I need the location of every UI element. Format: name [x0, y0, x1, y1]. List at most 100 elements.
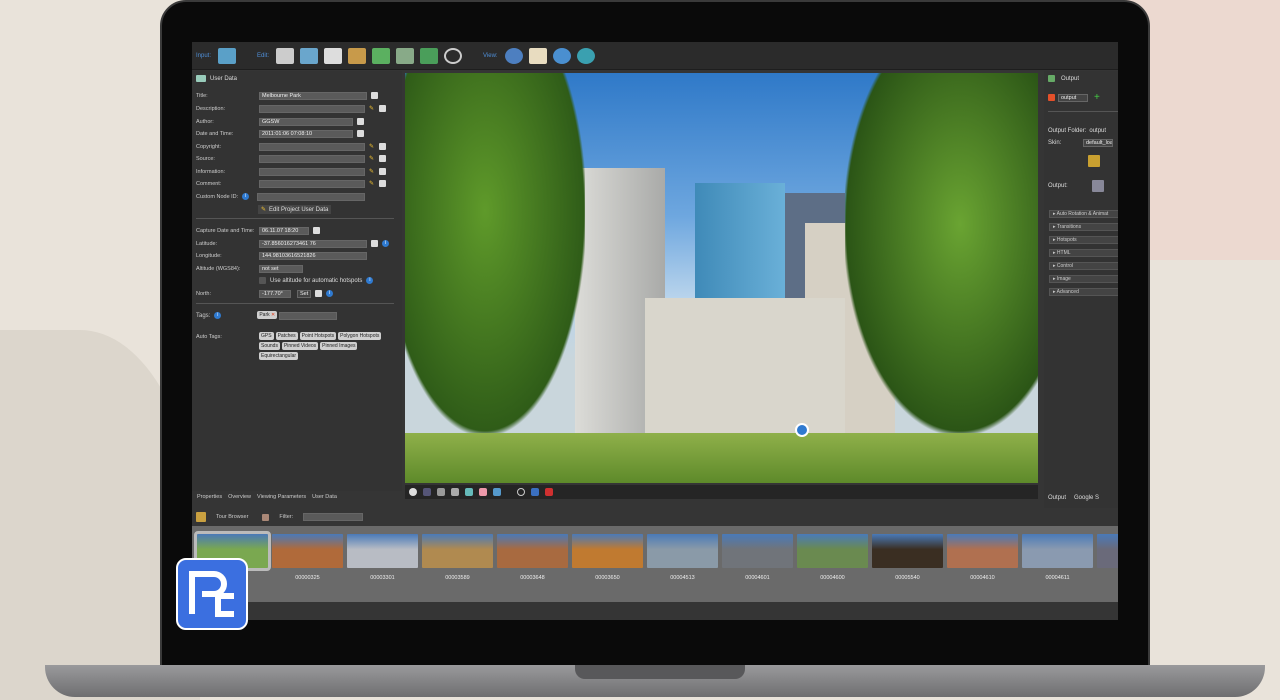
- tab-overview[interactable]: Overview: [228, 494, 251, 500]
- pencil-icon[interactable]: ✎: [369, 180, 375, 187]
- tag-dropdown[interactable]: [279, 311, 338, 320]
- panorama-thumbnail[interactable]: [722, 534, 793, 568]
- capture-date-field[interactable]: 06.11.07 18:20: [259, 226, 309, 235]
- panorama-thumbnail[interactable]: [422, 534, 493, 568]
- panorama-thumbnail[interactable]: [797, 534, 868, 568]
- filter-input[interactable]: [303, 513, 364, 521]
- measure-icon[interactable]: [451, 488, 459, 496]
- copy-icon[interactable]: [371, 92, 378, 99]
- properties-icon[interactable]: [276, 47, 295, 64]
- tour-map-icon[interactable]: [348, 47, 367, 64]
- hand-icon[interactable]: [479, 488, 487, 496]
- info-icon[interactable]: i: [326, 290, 333, 297]
- panorama-thumbnail[interactable]: [947, 534, 1018, 568]
- title-field[interactable]: Melbourne Park: [259, 91, 367, 100]
- copy-icon[interactable]: [357, 130, 364, 137]
- hotspot-icon[interactable]: [795, 423, 809, 437]
- date-field[interactable]: 2011:01:06 07:08:10: [259, 129, 353, 138]
- set-button[interactable]: Set: [297, 289, 311, 298]
- tab-google-street-view[interactable]: Google S: [1074, 495, 1099, 501]
- tab-output[interactable]: Output: [1048, 495, 1066, 501]
- section-advanced[interactable]: ▸ Advanced: [1049, 288, 1118, 296]
- panorama-viewer[interactable]: [405, 73, 1038, 483]
- binoculars-icon[interactable]: [504, 47, 523, 64]
- panorama-thumbnail[interactable]: [272, 534, 343, 568]
- section-auto-rotation[interactable]: ▸ Auto Rotation & Animat: [1049, 210, 1118, 218]
- auto-tag[interactable]: Point Hotspots: [299, 332, 337, 340]
- description-field[interactable]: [259, 104, 365, 113]
- eye-icon[interactable]: [576, 47, 595, 64]
- auto-tag[interactable]: Patches: [275, 332, 298, 340]
- auto-tag[interactable]: Equirectangular: [259, 352, 299, 360]
- copy-icon[interactable]: [379, 105, 386, 112]
- tab-properties[interactable]: Properties: [197, 494, 222, 500]
- copy-icon[interactable]: [313, 227, 320, 234]
- import-panorama-icon[interactable]: [218, 47, 237, 64]
- pencil-icon[interactable]: ✎: [369, 105, 375, 112]
- panorama-thumbnail[interactable]: [572, 534, 643, 568]
- google-maps-icon[interactable]: [420, 47, 439, 64]
- panorama-thumbnail[interactable]: [1097, 534, 1118, 568]
- north-field[interactable]: -177.70°: [259, 289, 291, 298]
- panorama-thumbnail[interactable]: [872, 534, 943, 568]
- source-field[interactable]: [259, 154, 365, 163]
- tag-chip[interactable]: Park ✕: [257, 310, 278, 319]
- pencil-icon[interactable]: ✎: [369, 155, 375, 162]
- patches-icon[interactable]: [396, 47, 415, 64]
- info-icon[interactable]: i: [382, 240, 389, 247]
- blue-color-icon[interactable]: [531, 488, 539, 496]
- gear-icon[interactable]: [1092, 179, 1104, 192]
- copy-icon[interactable]: [379, 180, 386, 187]
- section-transitions[interactable]: ▸ Transitions: [1049, 223, 1118, 231]
- grid-icon[interactable]: [437, 488, 445, 496]
- film-reel-icon[interactable]: [444, 47, 463, 64]
- custom-node-id-field[interactable]: [257, 192, 366, 201]
- tab-viewing-parameters[interactable]: Viewing Parameters: [257, 494, 306, 500]
- copy-icon[interactable]: [379, 143, 386, 150]
- use-altitude-checkbox[interactable]: [259, 277, 266, 284]
- panorama-thumbnail[interactable]: [1022, 534, 1093, 568]
- copyright-field[interactable]: [259, 142, 365, 151]
- clipboard-icon[interactable]: [528, 47, 547, 64]
- latitude-field[interactable]: -37.856016273461 76: [259, 239, 367, 248]
- copy-icon[interactable]: [315, 290, 322, 297]
- info-icon[interactable]: i: [214, 312, 222, 319]
- section-html[interactable]: ▸ HTML: [1049, 249, 1118, 257]
- panorama-thumbnail[interactable]: [497, 534, 568, 568]
- pencil-icon[interactable]: ✎: [369, 168, 375, 175]
- viewing-params-icon[interactable]: [300, 47, 319, 64]
- red-color-icon[interactable]: [545, 488, 553, 496]
- information-field[interactable]: [259, 167, 365, 176]
- copy-icon[interactable]: [371, 240, 378, 247]
- compass-icon[interactable]: [409, 488, 417, 496]
- auto-tag[interactable]: GPS: [259, 332, 274, 340]
- info-icon[interactable]: i: [366, 277, 374, 284]
- auto-tag[interactable]: Pinned Videos: [281, 342, 319, 350]
- skin-field[interactable]: default_loa: [1083, 138, 1113, 147]
- section-hotspots[interactable]: ▸ Hotspots: [1049, 236, 1118, 244]
- auto-tag[interactable]: Sounds: [259, 342, 280, 350]
- user-data-icon[interactable]: [324, 47, 343, 64]
- add-icon[interactable]: +: [1094, 92, 1100, 103]
- sort-icon[interactable]: [262, 513, 270, 521]
- pencil-icon[interactable]: ✎: [369, 143, 375, 150]
- author-field[interactable]: GGSW: [259, 117, 353, 126]
- altitude-field[interactable]: not set: [259, 264, 303, 273]
- longitude-field[interactable]: 144.98103616521826: [259, 251, 367, 260]
- target-icon[interactable]: [517, 488, 525, 496]
- funnel-icon[interactable]: [465, 488, 473, 496]
- line-icon[interactable]: [423, 488, 431, 496]
- floor-plan-icon[interactable]: [372, 47, 391, 64]
- panorama-thumbnail[interactable]: [347, 534, 418, 568]
- output-format-dropdown[interactable]: output: [1058, 93, 1088, 102]
- copy-icon[interactable]: [357, 118, 364, 125]
- edit-project-user-data-button[interactable]: Edit Project User Data: [269, 207, 328, 213]
- comment-field[interactable]: [259, 179, 365, 188]
- panorama-thumbnail[interactable]: [647, 534, 718, 568]
- copy-icon[interactable]: [379, 155, 386, 162]
- skin-editor-icon[interactable]: [1088, 154, 1100, 167]
- auto-tag[interactable]: Pinned Images: [320, 342, 358, 350]
- auto-tag[interactable]: Polygon Hotspots: [338, 332, 382, 340]
- projection-icon[interactable]: [493, 488, 501, 496]
- info-icon[interactable]: i: [242, 193, 250, 200]
